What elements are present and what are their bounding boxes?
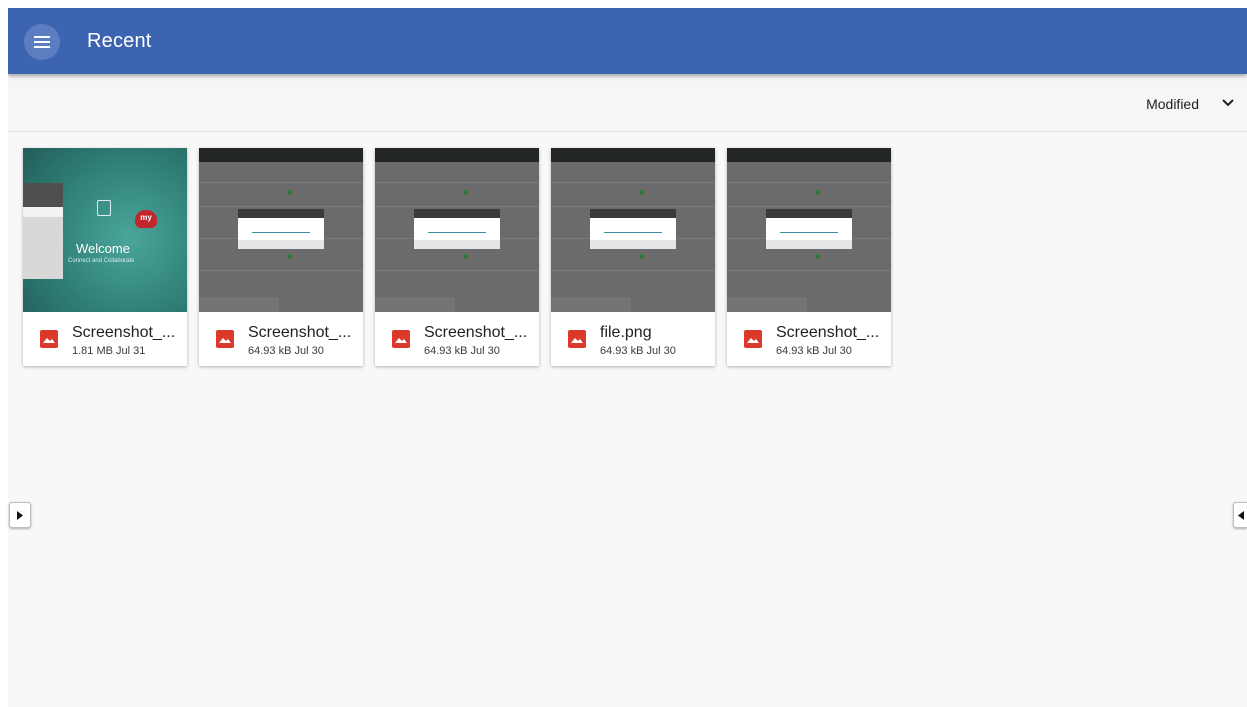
image-file-icon: [568, 330, 586, 348]
file-card[interactable]: Screenshot_... 64.93 kB Jul 30: [375, 148, 539, 366]
file-thumbnail: [551, 148, 715, 312]
sort-bar: Modified: [8, 74, 1247, 132]
thumbnail-side-panel: [23, 183, 63, 279]
file-meta: 64.93 kB Jul 30: [776, 345, 852, 357]
file-thumbnail: [199, 148, 363, 312]
file-meta: 64.93 kB Jul 30: [248, 345, 324, 357]
image-file-icon: [40, 330, 58, 348]
hamburger-menu-icon: [34, 36, 50, 48]
file-card[interactable]: my Welcome Connect and Collaborate Scree…: [23, 148, 187, 366]
menu-button[interactable]: [24, 24, 60, 60]
file-thumbnail: [375, 148, 539, 312]
file-name: Screenshot_...: [248, 324, 352, 341]
thumbnail-heading: Welcome: [76, 241, 130, 256]
right-edge-toggle-button[interactable]: [1233, 502, 1247, 528]
file-thumbnail: my Welcome Connect and Collaborate: [23, 148, 187, 312]
file-card[interactable]: file.png 64.93 kB Jul 30: [551, 148, 715, 366]
file-meta: 1.81 MB Jul 31: [72, 345, 146, 357]
left-edge-toggle-button[interactable]: [9, 502, 31, 528]
file-name: Screenshot_...: [424, 324, 528, 341]
page-title: Recent: [87, 30, 152, 52]
play-left-arrow-icon: [1237, 510, 1244, 520]
sort-label[interactable]: Modified: [1146, 96, 1199, 112]
file-manager-window: Recent Modified my Welcome Connect and C…: [8, 8, 1247, 707]
thumbnail-dialog: [766, 209, 852, 249]
brand-logo: my: [135, 210, 157, 228]
file-meta: 64.93 kB Jul 30: [600, 345, 676, 357]
thumbnail-dialog: [414, 209, 500, 249]
file-name: Screenshot_...: [776, 324, 880, 341]
app-bar: Recent: [8, 8, 1247, 74]
file-thumbnail: [727, 148, 891, 312]
thumbnail-subheading: Connect and Collaborate: [68, 258, 135, 264]
play-right-arrow-icon: [17, 510, 23, 520]
file-card[interactable]: Screenshot_... 64.93 kB Jul 30: [199, 148, 363, 366]
file-card[interactable]: Screenshot_... 64.93 kB Jul 30: [727, 148, 891, 366]
chevron-down-icon[interactable]: [1221, 96, 1235, 110]
device-icon: [97, 200, 111, 216]
image-file-icon: [216, 330, 234, 348]
file-name: Screenshot_...: [72, 324, 176, 341]
file-meta: 64.93 kB Jul 30: [424, 345, 500, 357]
thumbnail-dialog: [590, 209, 676, 249]
image-file-icon: [744, 330, 762, 348]
file-name: file.png: [600, 324, 652, 341]
thumbnail-dialog: [238, 209, 324, 249]
image-file-icon: [392, 330, 410, 348]
